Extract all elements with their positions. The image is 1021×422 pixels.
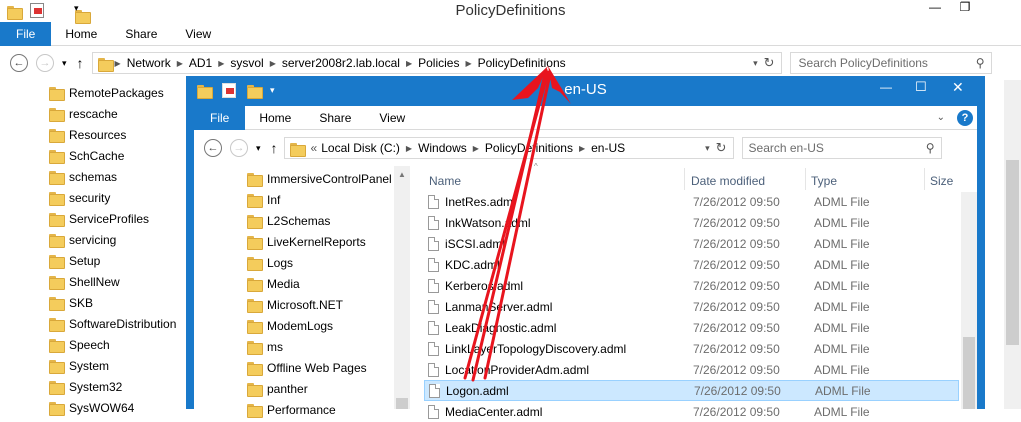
annotation-arrow-lines — [463, 68, 552, 382]
arrow-head-right — [548, 66, 571, 104]
annotation-arrows — [463, 66, 571, 382]
